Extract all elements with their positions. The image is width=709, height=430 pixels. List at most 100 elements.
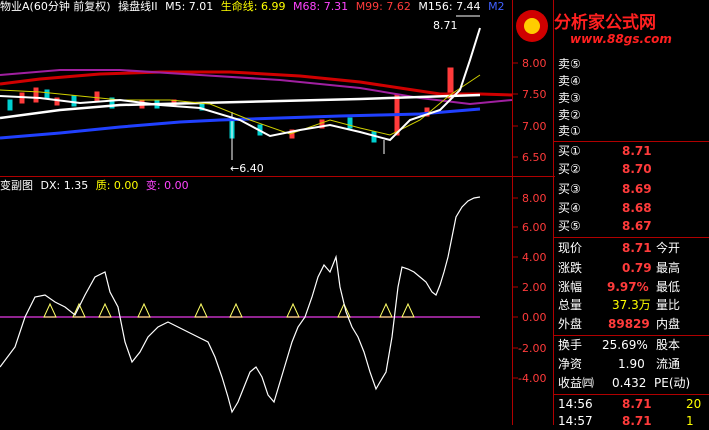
quote-label-right: 流通 xyxy=(656,357,681,371)
indicator-name: 操盘线II xyxy=(118,0,158,13)
quote-row: 涨跌 0.79 最高 xyxy=(556,260,709,277)
quote-label-right: 最低 xyxy=(656,280,681,294)
sell-order-row: 卖④ xyxy=(556,73,709,90)
quote-row: 换手 25.69% 股本 xyxy=(556,337,709,354)
sell-label: 卖⑤ xyxy=(558,57,581,71)
quote-label-right: 最高 xyxy=(656,261,681,275)
buy-label: 买① xyxy=(558,144,581,158)
sell-order-row: 卖① xyxy=(556,123,709,140)
quote-value: 0.432 xyxy=(612,376,647,390)
quote-label: 总量 xyxy=(558,298,583,312)
quote-value: 37.3万 xyxy=(612,298,651,312)
quote-label: 涨幅 xyxy=(558,280,583,294)
sell-order-row: 卖⑤ xyxy=(556,56,709,73)
quote-label: 涨跌 xyxy=(558,261,583,275)
quote-row: 涨幅 9.97% 最低 xyxy=(556,279,709,296)
tick-row: 14:57 8.71 1 xyxy=(556,413,709,430)
buy-price: 8.69 xyxy=(622,182,652,196)
quote-label: 外盘 xyxy=(558,317,583,331)
divider xyxy=(553,394,709,395)
m156-value: M156: 7.44 xyxy=(418,0,481,13)
watermark-url: www.88gs.com xyxy=(570,32,672,46)
bian-value: 变: 0.00 xyxy=(145,179,189,192)
sub-axis-label: -4.00 xyxy=(518,372,547,385)
sell-order-row: 卖② xyxy=(556,107,709,124)
tick-row: 14:56 8.71 20 xyxy=(556,396,709,413)
high-label: 8.71 xyxy=(433,19,458,32)
sub-axis-label: 4.00 xyxy=(522,251,547,264)
sub-chart[interactable] xyxy=(0,177,555,425)
sub-axis-label: 8.00 xyxy=(522,192,547,205)
stock-title: 物业A(60分钟 前复权) xyxy=(0,0,111,13)
quote-row: 现价 8.71 今开 xyxy=(556,240,709,257)
quote-row: 总量 37.3万 量比 xyxy=(556,297,709,314)
main-axis-label: 7.50 xyxy=(522,88,547,101)
m2-value: M2 xyxy=(488,0,505,13)
quote-label: 净资 xyxy=(558,357,583,371)
low-label: ←6.40 xyxy=(230,162,264,175)
divider xyxy=(553,141,709,142)
watermark-logo: 分析家公式网 www.88gs.com xyxy=(514,2,709,52)
sub-axis-label: 0.00 xyxy=(522,311,547,324)
quote-row: 收益㈣ 0.432 PE(动) xyxy=(556,375,709,392)
divider xyxy=(553,335,709,336)
divider xyxy=(553,237,709,238)
watermark-title: 分析家公式网 xyxy=(554,13,656,33)
buy-price: 8.67 xyxy=(622,219,652,233)
m99-value: M99: 7.62 xyxy=(355,0,411,13)
quote-row: 外盘 89829 内盘 xyxy=(556,316,709,333)
quote-label-right: 量比 xyxy=(656,298,681,312)
tick-time: 14:56 xyxy=(558,397,593,411)
zhi-value: 质: 0.00 xyxy=(95,179,139,192)
quote-value: 1.90 xyxy=(618,357,645,371)
dx-value: DX: 1.35 xyxy=(40,179,89,192)
quote-label: 收益㈣ xyxy=(558,376,595,390)
tick-price: 8.71 xyxy=(622,414,652,428)
buy-price: 8.71 xyxy=(622,144,652,158)
quote-value: 8.71 xyxy=(622,241,652,255)
sell-label: 卖① xyxy=(558,124,581,138)
quote-value: 89829 xyxy=(608,317,650,331)
buy-label: 买⑤ xyxy=(558,219,581,233)
quote-label: 换手 xyxy=(558,338,583,352)
buy-order-row: 买⑤ 8.67 xyxy=(556,218,709,235)
buy-label: 买② xyxy=(558,162,581,176)
quote-label: 现价 xyxy=(558,241,583,255)
quote-label-right: 今开 xyxy=(656,241,681,255)
sub-header: 变副图 DX: 1.35 质: 0.00 变: 0.00 xyxy=(0,179,189,193)
quote-label-right: 内盘 xyxy=(656,317,681,331)
sub-axis-label: 2.00 xyxy=(522,281,547,294)
buy-order-row: 买③ 8.69 xyxy=(556,181,709,198)
sub-title: 变副图 xyxy=(0,179,33,192)
m68-value: M68: 7.31 xyxy=(293,0,349,13)
buy-label: 买③ xyxy=(558,182,581,196)
main-axis-label: 7.00 xyxy=(522,120,547,133)
main-header: 物业A(60分钟 前复权) 操盘线II M5: 7.01 生命线: 6.99 M… xyxy=(0,0,505,14)
buy-order-row: 买④ 8.68 xyxy=(556,200,709,217)
quote-value: 0.79 xyxy=(622,261,652,275)
buy-label: 买④ xyxy=(558,201,581,215)
buy-price: 8.68 xyxy=(622,201,652,215)
tick-volume: 20 xyxy=(686,397,702,411)
sub-axis-label: 6.00 xyxy=(522,221,547,234)
buy-order-row: 买② 8.70 xyxy=(556,161,709,178)
tick-time: 14:57 xyxy=(558,414,593,428)
quote-row: 净资 1.90 流通 xyxy=(556,356,709,373)
sell-label: 卖③ xyxy=(558,91,581,105)
buy-order-row: 买① 8.71 xyxy=(556,143,709,160)
m5-value: M5: 7.01 xyxy=(165,0,214,13)
tick-volume: 1 xyxy=(686,414,694,428)
buy-price: 8.70 xyxy=(622,162,652,176)
main-axis-label: 8.00 xyxy=(522,57,547,70)
main-axis-label: 6.50 xyxy=(522,151,547,164)
sell-label: 卖② xyxy=(558,108,581,122)
life-value: 生命线: 6.99 xyxy=(220,0,286,13)
main-chart[interactable]: 8.71 ←6.40 xyxy=(0,0,555,177)
quote-value: 9.97% xyxy=(607,280,649,294)
quote-label-right: 股本 xyxy=(656,338,681,352)
sell-label: 卖④ xyxy=(558,74,581,88)
tick-price: 8.71 xyxy=(622,397,652,411)
quote-value: 25.69% xyxy=(602,338,648,352)
sub-axis-label: -2.00 xyxy=(518,342,547,355)
sell-order-row: 卖③ xyxy=(556,90,709,107)
